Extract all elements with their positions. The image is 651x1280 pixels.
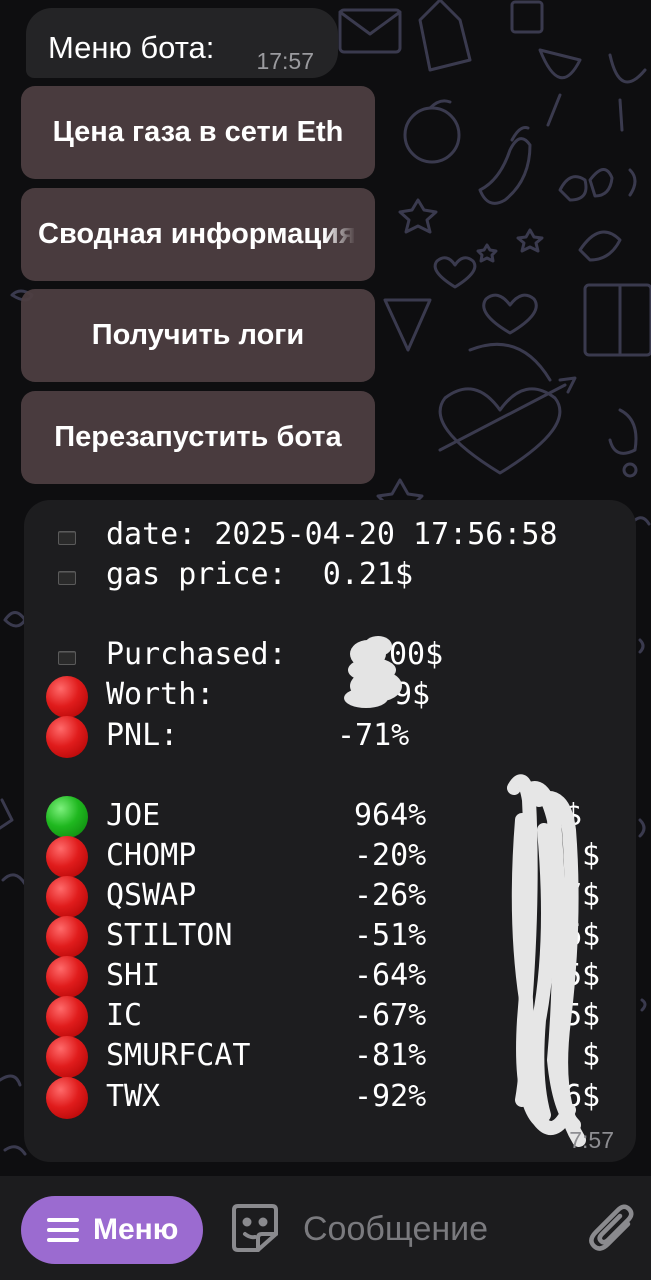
red-circle-icon (46, 1036, 88, 1078)
token-name: CHOMP (106, 838, 197, 873)
worth-label: Worth: (106, 677, 215, 712)
black-square-icon (58, 651, 76, 665)
eth-gas-price-button[interactable]: Цена газа в сети Eth (21, 86, 375, 179)
token-name: SHI (106, 958, 161, 993)
red-circle-icon (46, 876, 88, 918)
token-name: SMURFCAT (106, 1038, 251, 1073)
menu-header-title: Меню бота: (48, 30, 215, 65)
red-circle-icon (46, 676, 88, 718)
report-gas-price: gas price: 0.21$ (106, 557, 414, 592)
purchased-label: Purchased: (106, 637, 287, 672)
token-pnl: -20% (354, 838, 427, 873)
token-pnl: -81% (354, 1038, 427, 1073)
green-circle-icon (46, 796, 88, 838)
token-value: 5$ (564, 958, 601, 993)
sticker-icon[interactable] (230, 1202, 280, 1254)
pnl-value: -71% (337, 718, 410, 753)
purchased-value: 00$ (389, 637, 444, 672)
token-pnl: -92% (354, 1079, 427, 1114)
message-time: 17:57 (256, 48, 314, 74)
button-label: Цена газа в сети Eth (52, 116, 344, 148)
token-value: 5$ (546, 798, 583, 833)
black-square-icon (58, 571, 76, 585)
token-pnl: -67% (354, 998, 427, 1033)
restart-bot-button[interactable]: Перезапустить бота (21, 391, 375, 484)
worth-value: 9$ (394, 677, 431, 712)
token-value: 7$ (564, 878, 601, 913)
report-date: date: 2025-04-20 17:56:58 (106, 517, 558, 552)
red-circle-icon (46, 716, 88, 758)
token-name: QSWAP (106, 878, 197, 913)
get-logs-button[interactable]: Получить логи (21, 289, 375, 382)
token-name: JOE (106, 798, 161, 833)
red-circle-icon (46, 1077, 88, 1119)
token-value: 5$ (564, 998, 601, 1033)
button-label: Сводная информация (38, 218, 356, 250)
message-input-bar: Меню (0, 1176, 651, 1280)
red-circle-icon (46, 956, 88, 998)
token-pnl: -64% (354, 958, 427, 993)
pnl-label: PNL: (106, 718, 179, 753)
button-label: Получить логи (91, 319, 305, 351)
token-pnl: 964% (354, 798, 427, 833)
menu-button-label: Меню (93, 1213, 179, 1246)
message-input[interactable] (303, 1206, 563, 1252)
token-pnl: -51% (354, 918, 427, 953)
token-value: 6$ (564, 1079, 601, 1114)
button-label: Перезапустить бота (54, 421, 342, 453)
red-circle-icon (46, 996, 88, 1038)
menu-header-message: Меню бота: 17:57 (26, 8, 338, 78)
portfolio-report-message: date: 2025-04-20 17:56:58 gas price: 0.2… (24, 500, 636, 1162)
summary-info-button[interactable]: Сводная информация (21, 188, 375, 281)
message-time: 7:57 (569, 1127, 614, 1153)
hamburger-icon (47, 1218, 79, 1242)
token-name: STILTON (106, 918, 233, 953)
token-name: IC (106, 998, 143, 1033)
token-pnl: -26% (354, 878, 427, 913)
black-square-icon (58, 531, 76, 545)
red-circle-icon (46, 836, 88, 878)
paperclip-icon[interactable] (588, 1202, 636, 1256)
token-value: $ (582, 1038, 601, 1073)
bot-menu-button[interactable]: Меню (21, 1196, 203, 1264)
token-value: 56$ (546, 918, 601, 953)
red-circle-icon (46, 916, 88, 958)
token-value: $ (582, 838, 601, 873)
token-name: TWX (106, 1079, 161, 1114)
